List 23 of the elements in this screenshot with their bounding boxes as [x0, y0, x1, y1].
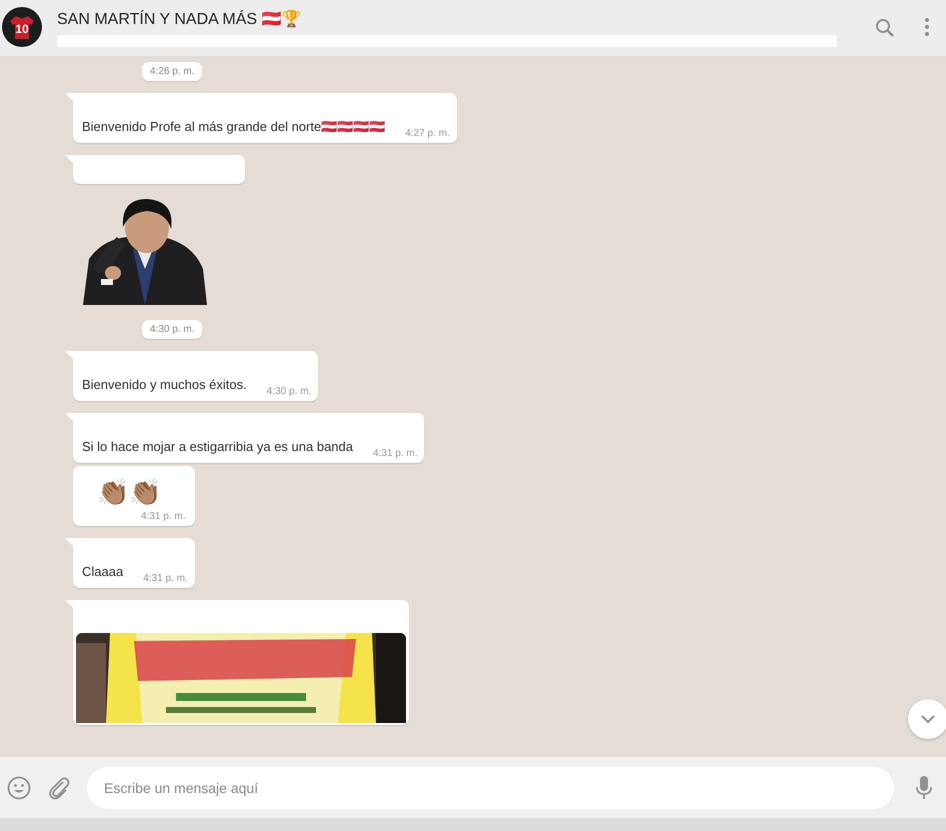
- emoji-icon[interactable]: [7, 776, 31, 800]
- message-text: Bienvenido y muchos éxitos.: [82, 377, 247, 394]
- message-text: Claaaa: [82, 564, 124, 581]
- paperclip-icon[interactable]: [48, 776, 70, 800]
- chat-title: SAN MARTÍN Y NADA MÁS 🇦🇹🏆: [57, 9, 302, 29]
- message-text: Bienvenido Profe al más grande del norte🇦🇹🇦🇹🇦🇹🇦🇹: [82, 119, 386, 136]
- message-input[interactable]: Escribe un mensaje aquí: [87, 766, 894, 808]
- scroll-down-button[interactable]: [908, 699, 946, 739]
- jersey-number: 10: [9, 14, 35, 40]
- group-avatar[interactable]: 10: [2, 7, 42, 47]
- message-time: 4:31 p. m.: [373, 448, 418, 459]
- chevron-down-icon: [920, 714, 936, 724]
- message-time: 4:31 p. m.: [143, 573, 188, 584]
- message-time: 4:26 p. m.: [142, 62, 202, 81]
- menu-icon[interactable]: [925, 18, 929, 36]
- message-time: 4:30 p. m.: [142, 320, 202, 339]
- microphone-icon[interactable]: [916, 776, 932, 800]
- message-text: Si lo hace mojar a estigarribia ya es una banda: [82, 439, 353, 456]
- search-icon[interactable]: [875, 18, 895, 38]
- message-time: 4:30 p. m.: [266, 386, 312, 397]
- message-time: 4:27 p. m.: [405, 128, 450, 139]
- message-emoji: 👏🏽👏🏽: [97, 476, 161, 509]
- message-time: 4:31 p. m.: [141, 511, 186, 522]
